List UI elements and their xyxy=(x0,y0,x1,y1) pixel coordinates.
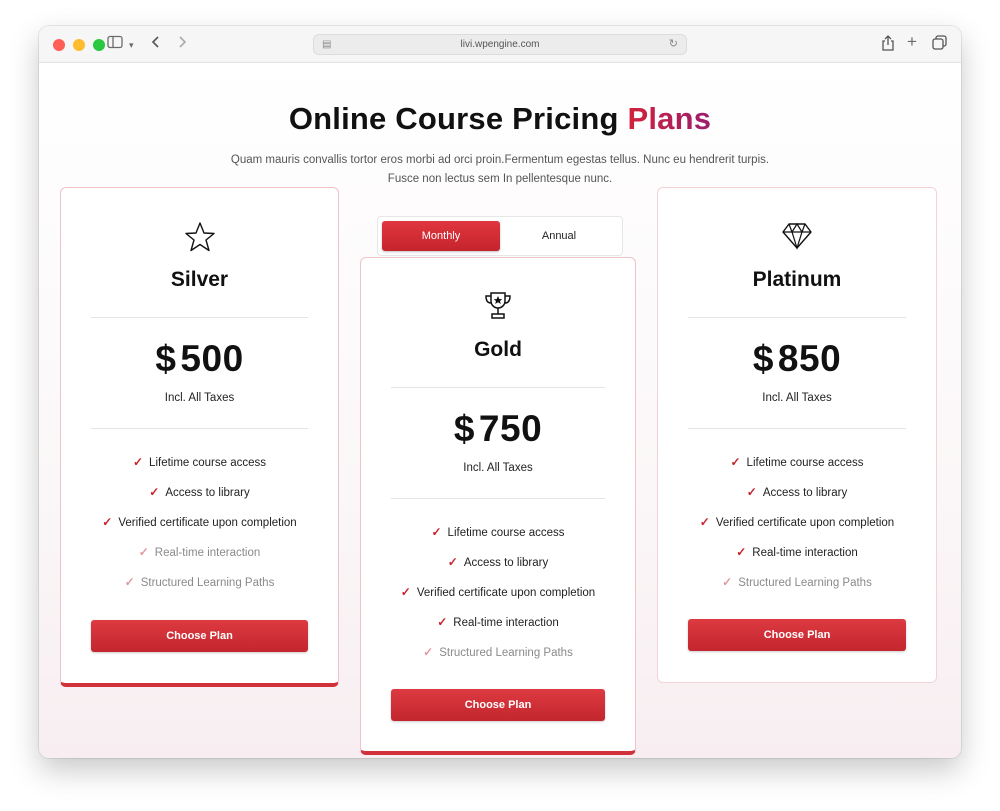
monthly-toggle-button[interactable]: Monthly xyxy=(382,221,500,251)
address-bar[interactable]: ▤ livi.wpengine.com ↻ xyxy=(313,34,687,55)
star-icon xyxy=(61,221,338,258)
feature-item: ✓ Real-time interaction xyxy=(138,545,261,559)
divider xyxy=(688,428,906,429)
feature-item: ✓ Real-time interaction xyxy=(437,615,559,629)
price-note: Incl. All Taxes xyxy=(463,462,533,474)
browser-toolbar: ▾ ▤ livi.wpengine.com ↻ + xyxy=(39,26,961,63)
feature-item: ✓ Verified certificate upon completion xyxy=(102,515,297,529)
plan-name: Gold xyxy=(474,338,522,361)
title-main: Online Course Pricing xyxy=(288,101,619,136)
price-note: Incl. All Taxes xyxy=(164,392,235,404)
check-icon: ✓ xyxy=(149,485,160,499)
plan-card-silver: Silver $500 Incl. All Taxes ✓ Lifetime co… xyxy=(60,187,339,687)
check-icon: ✓ xyxy=(132,455,144,469)
trophy-icon xyxy=(361,290,635,327)
check-icon: ✓ xyxy=(722,575,733,589)
sidebar-toggle-icon[interactable] xyxy=(107,35,123,53)
plan-card-platinum: Platinum $850 Incl. All Taxes ✓ Lifetime … xyxy=(657,187,937,683)
feature-item: ✓ Lifetime course access xyxy=(730,455,864,469)
billing-toggle: Monthly Annual xyxy=(377,216,623,256)
feature-list: ✓ Lifetime course access ✓ Access to libra… xyxy=(61,452,338,602)
feature-item: ✓ Access to library xyxy=(447,555,549,569)
check-icon: ✓ xyxy=(138,545,149,559)
browser-window: ▾ ▤ livi.wpengine.com ↻ + Online Course … xyxy=(39,26,961,758)
check-icon: ✓ xyxy=(699,515,710,529)
diamond-icon xyxy=(658,221,936,256)
check-icon: ✓ xyxy=(447,555,458,569)
price-amount: 500 xyxy=(180,338,244,379)
feature-list: ✓ Lifetime course access ✓ Access to libra… xyxy=(658,452,936,602)
close-window-button[interactable] xyxy=(53,39,65,51)
feature-item: ✓ Structured Learning Paths xyxy=(423,645,573,659)
feature-item: ✓ Structured Learning Paths xyxy=(722,575,872,589)
feature-item: ✓ Structured Learning Paths xyxy=(124,575,275,589)
check-icon: ✓ xyxy=(437,615,448,629)
plan-name: Silver xyxy=(170,268,229,291)
plan-price: $750 xyxy=(361,408,635,450)
divider xyxy=(91,428,308,429)
feature-list: ✓ Lifetime course access ✓ Access to libra… xyxy=(361,522,635,672)
title-accent: Plans xyxy=(627,101,712,136)
annual-toggle-button[interactable]: Annual xyxy=(500,221,618,251)
price-currency: $ xyxy=(155,338,177,379)
feature-item: ✓ Access to library xyxy=(149,485,250,499)
pricing-page: Online Course Pricing Plans Quam mauris … xyxy=(39,63,961,758)
feature-item: ✓ Real-time interaction xyxy=(736,545,858,559)
check-icon: ✓ xyxy=(746,485,757,499)
page-title: Online Course Pricing Plans xyxy=(39,101,961,137)
divider xyxy=(391,498,605,499)
check-icon: ✓ xyxy=(736,545,747,559)
window-controls xyxy=(53,39,105,51)
choose-plan-button[interactable]: Choose Plan xyxy=(391,689,605,721)
forward-arrow-icon[interactable] xyxy=(177,35,187,53)
divider xyxy=(391,387,605,388)
check-icon: ✓ xyxy=(400,585,411,599)
check-icon: ✓ xyxy=(124,575,135,589)
price-note: Incl. All Taxes xyxy=(762,392,832,404)
new-tab-icon[interactable]: + xyxy=(907,33,917,51)
divider xyxy=(91,317,308,318)
check-icon: ✓ xyxy=(431,525,442,539)
feature-item: ✓ Verified certificate upon completion xyxy=(699,515,895,529)
chevron-down-icon[interactable]: ▾ xyxy=(129,36,134,54)
check-icon: ✓ xyxy=(102,515,113,529)
back-arrow-icon[interactable] xyxy=(151,35,161,53)
plan-card-gold: Gold $750 Incl. All Taxes ✓ Lifetime cour… xyxy=(360,257,636,755)
check-icon: ✓ xyxy=(423,645,434,659)
feature-item: ✓ Access to library xyxy=(746,485,848,499)
subtitle-line-1: Quam mauris convallis tortor eros morbi … xyxy=(230,154,770,166)
price-amount: 750 xyxy=(478,408,543,449)
divider xyxy=(688,317,906,318)
price-currency: $ xyxy=(752,338,774,379)
minimize-window-button[interactable] xyxy=(73,39,85,51)
check-icon: ✓ xyxy=(730,455,741,469)
plan-price: $500 xyxy=(61,338,338,380)
page-subtitle: Quam mauris convallis tortor eros morbi … xyxy=(219,151,781,189)
price-currency: $ xyxy=(453,408,475,449)
reload-icon[interactable]: ↻ xyxy=(669,35,678,54)
feature-item: ✓ Lifetime course access xyxy=(431,525,565,539)
price-amount: 850 xyxy=(777,338,842,379)
feature-item: ✓ Verified certificate upon completion xyxy=(400,585,596,599)
page-settings-icon[interactable]: ▤ xyxy=(322,35,331,54)
url-text: livi.wpengine.com xyxy=(460,39,540,50)
tab-overview-icon[interactable] xyxy=(932,35,947,54)
choose-plan-button[interactable]: Choose Plan xyxy=(91,620,308,652)
choose-plan-button[interactable]: Choose Plan xyxy=(688,619,906,651)
plan-price: $850 xyxy=(658,338,936,380)
share-icon[interactable] xyxy=(881,35,895,55)
feature-item: ✓ Lifetime course access xyxy=(132,455,267,469)
zoom-window-button[interactable] xyxy=(93,39,105,51)
plan-name: Platinum xyxy=(752,268,842,291)
